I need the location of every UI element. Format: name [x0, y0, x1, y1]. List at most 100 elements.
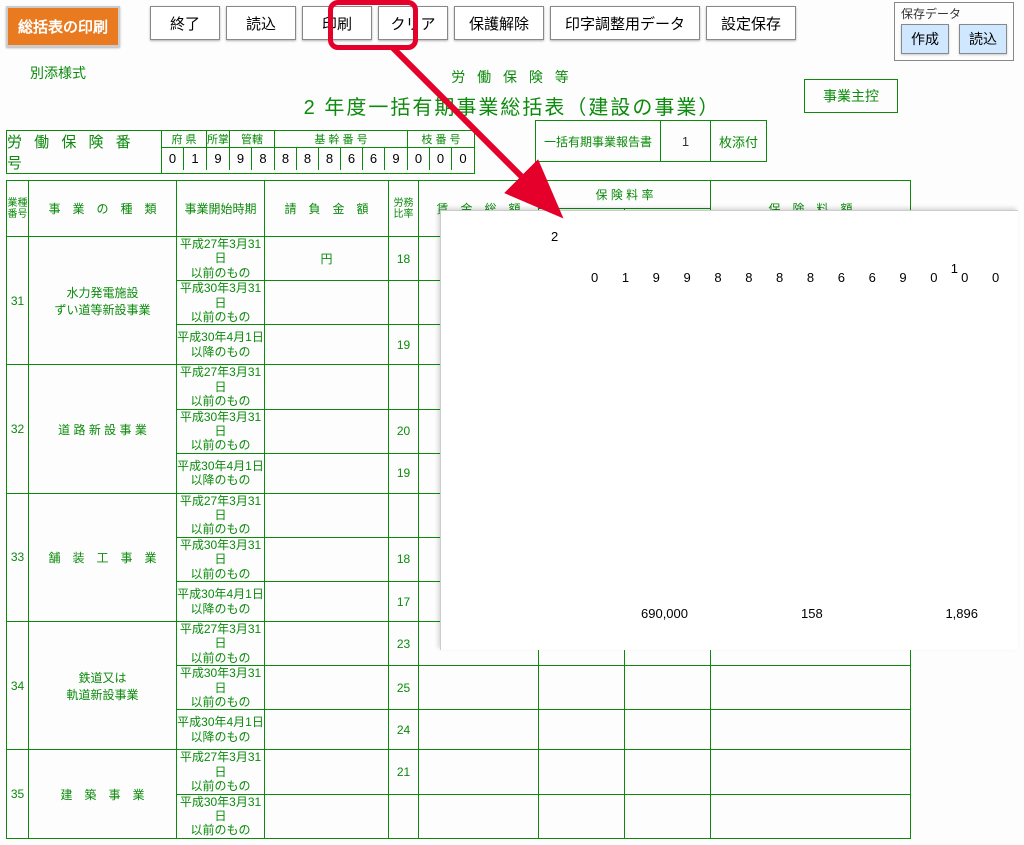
- cell-pamount: [711, 666, 911, 710]
- unprotect-button[interactable]: 保護解除: [454, 6, 544, 40]
- cell-wage: [419, 710, 539, 750]
- insurance-group-digits: 98: [230, 148, 274, 170]
- cell-amount: [265, 409, 389, 453]
- save-create-button[interactable]: 作成: [901, 24, 949, 54]
- insurance-digit: 8: [297, 148, 319, 170]
- attachment-value: 1: [661, 121, 711, 161]
- cell-type: 鉄道又は 軌道新設事業: [29, 622, 177, 750]
- cell-labor-rate: 20: [389, 409, 419, 453]
- save-settings-button[interactable]: 設定保存: [706, 6, 796, 40]
- insurance-digit: 0: [162, 148, 184, 170]
- owner-copy-label: 事業主控: [804, 79, 898, 113]
- insurance-digit: 9: [230, 148, 252, 170]
- overlay-insurance-number: 0 1 9 9 8 8 8 8 6 6 9 0 0 0: [591, 270, 988, 285]
- cell-period: 平成27年3月31日 以前のもの: [177, 493, 265, 537]
- cell-period: 平成30年3月31日 以前のもの: [177, 794, 265, 838]
- cell-amount: 円: [265, 237, 389, 281]
- attachment-unit: 枚添付: [711, 132, 766, 151]
- cell-period: 平成27年3月31日 以前のもの: [177, 622, 265, 666]
- cell-amount: [265, 710, 389, 750]
- cell-pamount: [711, 750, 911, 794]
- cell-labor-rate: 25: [389, 666, 419, 710]
- cell-labor-rate: 24: [389, 710, 419, 750]
- form-title-rest: 年度一括有期事業総括表（建設の事業）: [317, 97, 721, 119]
- cell-labor-rate: [389, 794, 419, 838]
- cell-code: 33: [7, 493, 29, 621]
- cell-prate-a: [539, 710, 625, 750]
- cell-period: 平成27年3月31日 以前のもの: [177, 365, 265, 409]
- cell-amount: [265, 582, 389, 622]
- cell-labor-rate: 18: [389, 537, 419, 581]
- cell-period: 平成27年3月31日 以前のもの: [177, 750, 265, 794]
- cell-labor-rate: 17: [389, 582, 419, 622]
- print-button[interactable]: 印刷: [302, 6, 372, 40]
- attachment-box: 一括有期事業報告書 1 枚添付: [535, 120, 767, 162]
- load-button[interactable]: 読込: [226, 6, 296, 40]
- th-amount: 請 負 金 額: [265, 181, 389, 237]
- cell-amount: [265, 365, 389, 409]
- cell-type: 道 路 新 設 事 業: [29, 365, 177, 493]
- insurance-digit: 8: [252, 148, 274, 170]
- insurance-digit: 8: [319, 148, 341, 170]
- cell-amount: [265, 281, 389, 325]
- overlay-year: 2: [551, 229, 988, 244]
- form-year: 2: [304, 97, 317, 119]
- insurance-digit: 0: [430, 148, 452, 170]
- save-read-button[interactable]: 読込: [959, 24, 1007, 54]
- cell-amount: [265, 453, 389, 493]
- cell-wage: [419, 794, 539, 838]
- cell-period: 平成30年4月1日 以降のもの: [177, 582, 265, 622]
- cell-period: 平成30年3月31日 以前のもの: [177, 537, 265, 581]
- cell-amount: [265, 325, 389, 365]
- insurance-digit: 0: [452, 148, 474, 170]
- insurance-number-group: 所掌9: [207, 131, 230, 170]
- cell-code: 35: [7, 750, 29, 838]
- clear-button[interactable]: クリア: [378, 6, 448, 40]
- cell-pamount: [711, 710, 911, 750]
- cell-wage: [419, 666, 539, 710]
- table-row: 35建 築 事 業平成27年3月31日 以前のもの21: [7, 750, 911, 794]
- insurance-group-digits: 000: [408, 148, 474, 170]
- th-type: 事 業 の 種 類: [29, 181, 177, 237]
- cell-labor-rate: 23: [389, 622, 419, 666]
- print-adjust-data-button[interactable]: 印字調整用データ: [550, 6, 700, 40]
- cell-labor-rate: 19: [389, 325, 419, 365]
- insurance-group-header: 所掌: [207, 131, 229, 148]
- save-data-legend: 保存データ: [901, 5, 1007, 22]
- cell-labor-rate: [389, 281, 419, 325]
- overlay-val-2: 158: [801, 606, 823, 621]
- cell-prate-a: [539, 750, 625, 794]
- insurance-number-label: 労 働 保 険 番 号: [7, 131, 162, 173]
- cell-labor-rate: 19: [389, 453, 419, 493]
- overlay-val-3: 1,896: [945, 606, 978, 621]
- cell-type: 舗 装 工 事 業: [29, 493, 177, 621]
- insurance-digit: 0: [408, 148, 430, 170]
- cell-amount: [265, 666, 389, 710]
- cell-prate-b: [625, 794, 711, 838]
- insurance-digit: 9: [207, 148, 229, 170]
- cell-period: 平成30年3月31日 以前のもの: [177, 409, 265, 453]
- insurance-number-block: 労 働 保 険 番 号 府 県01所掌9管轄98基 幹 番 号888669枝 番…: [6, 130, 475, 174]
- cell-amount: [265, 493, 389, 537]
- insurance-number-group: 管轄98: [230, 131, 275, 170]
- cell-prate-b: [625, 666, 711, 710]
- cell-prate-b: [625, 710, 711, 750]
- main-title-button[interactable]: 総括表の印刷: [6, 6, 120, 47]
- attachment-label: 一括有期事業報告書: [536, 121, 661, 161]
- cell-period: 平成30年4月1日 以降のもの: [177, 453, 265, 493]
- cell-pamount: [711, 794, 911, 838]
- th-rate: 労務比率: [389, 181, 419, 237]
- insurance-number-group: 府 県01: [162, 131, 207, 170]
- insurance-number-group: 基 幹 番 号888669: [275, 131, 408, 170]
- insurance-group-header: 枝 番 号: [408, 131, 474, 148]
- insurance-digit: 6: [363, 148, 385, 170]
- insurance-group-digits: 888669: [275, 148, 407, 170]
- insurance-group-header: 基 幹 番 号: [275, 131, 407, 148]
- cell-code: 31: [7, 237, 29, 365]
- insurance-digit: 8: [275, 148, 297, 170]
- insurance-group-header: 府 県: [162, 131, 206, 148]
- insurance-digit: 9: [385, 148, 407, 170]
- cell-period: 平成30年3月31日 以前のもの: [177, 666, 265, 710]
- exit-button[interactable]: 終了: [150, 6, 220, 40]
- insurance-digit: 1: [184, 148, 206, 170]
